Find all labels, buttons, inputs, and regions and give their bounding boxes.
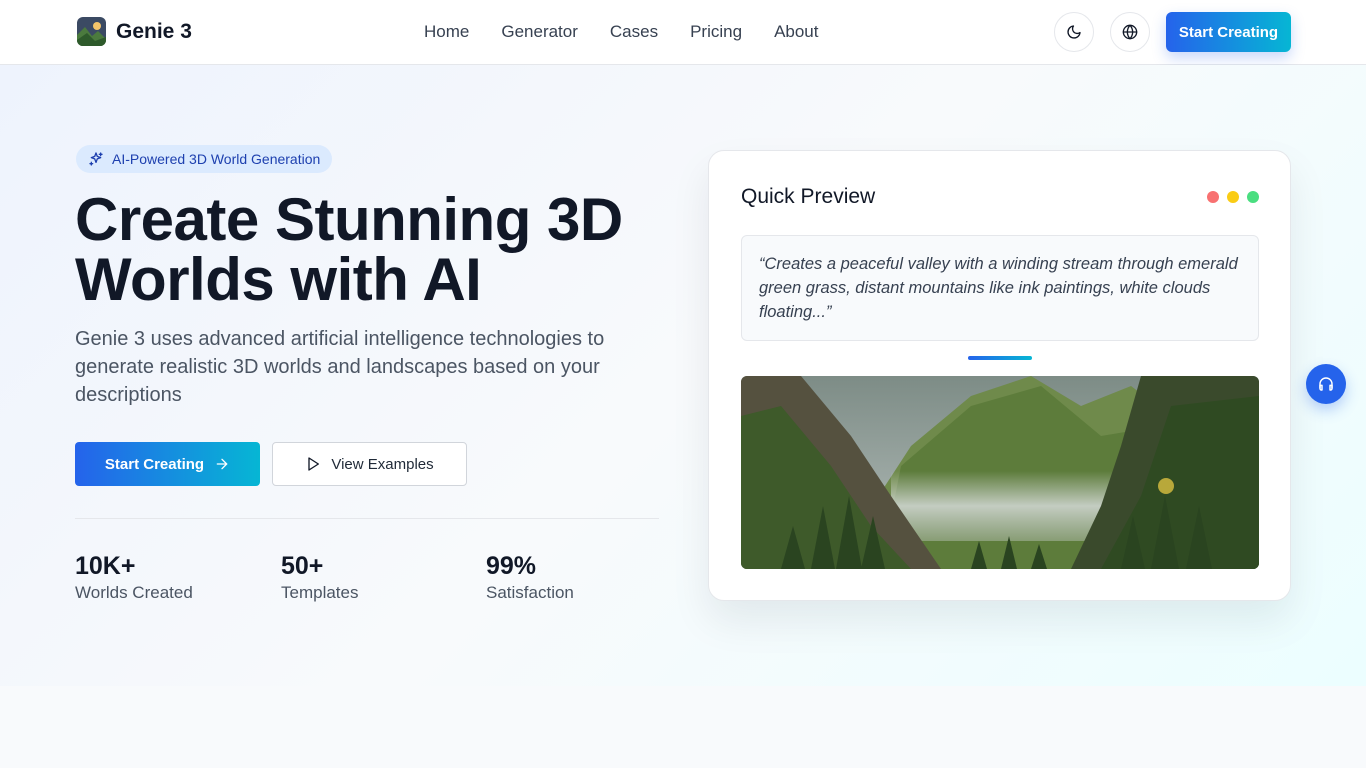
window-dot-green [1247, 191, 1259, 203]
start-creating-button[interactable]: Start Creating [75, 442, 260, 486]
window-dot-red [1207, 191, 1219, 203]
hero-title: Create Stunning 3D Worlds with AI [75, 190, 675, 310]
hero-title-line1: Create Stunning 3D [75, 186, 623, 253]
headphones-icon [1319, 377, 1333, 391]
preview-title: Quick Preview [741, 185, 876, 208]
sparkles-icon [89, 152, 103, 166]
play-icon [308, 457, 320, 471]
nav-home[interactable]: Home [424, 20, 469, 44]
header-start-creating-button[interactable]: Start Creating [1166, 12, 1291, 52]
moon-icon [1067, 25, 1081, 39]
window-dot-yellow [1227, 191, 1239, 203]
stat-label: Satisfaction [486, 583, 574, 602]
badge-text: AI-Powered 3D World Generation [112, 151, 321, 167]
stats-divider [75, 518, 659, 519]
stat-value: 99% [486, 552, 537, 580]
theme-toggle-button[interactable] [1054, 12, 1094, 52]
support-chat-button[interactable] [1306, 364, 1346, 404]
stat-value: 50+ [281, 552, 324, 580]
top-header: Genie 3 Home Generator Cases Pricing Abo… [0, 0, 1366, 65]
stat-worlds: 10K+ Worlds Created [75, 551, 193, 605]
nav-about[interactable]: About [774, 20, 818, 44]
stat-satisfaction: 99% Satisfaction [486, 551, 574, 605]
preview-image [741, 376, 1259, 569]
stat-value: 10K+ [75, 552, 136, 580]
arrow-right-icon [216, 458, 228, 470]
brand-logo[interactable] [77, 17, 106, 46]
stat-templates: 50+ Templates [281, 551, 358, 605]
generation-progress-bar [968, 356, 1032, 360]
view-examples-label: View Examples [331, 455, 434, 473]
hero-subtitle: Genie 3 uses advanced artificial intelli… [75, 328, 605, 406]
quick-preview-card: Quick Preview “Creates a peaceful valley… [708, 150, 1291, 601]
next-section [0, 686, 1366, 768]
window-dots [1207, 191, 1259, 203]
brand-name[interactable]: Genie 3 [116, 18, 192, 46]
nav-generator[interactable]: Generator [501, 20, 578, 44]
preview-prompt: “Creates a peaceful valley with a windin… [741, 235, 1259, 341]
language-button[interactable] [1110, 12, 1150, 52]
stat-label: Templates [281, 583, 359, 602]
main-nav: Home Generator Cases Pricing About [424, 20, 819, 44]
nav-cases[interactable]: Cases [610, 20, 658, 44]
globe-icon [1122, 24, 1138, 40]
hero-title-line2: Worlds with AI [75, 246, 482, 313]
feature-badge: AI-Powered 3D World Generation [76, 145, 333, 173]
view-examples-button[interactable]: View Examples [272, 442, 467, 486]
stat-label: Worlds Created [75, 583, 193, 602]
nav-pricing[interactable]: Pricing [690, 20, 742, 44]
start-creating-label: Start Creating [104, 455, 205, 473]
